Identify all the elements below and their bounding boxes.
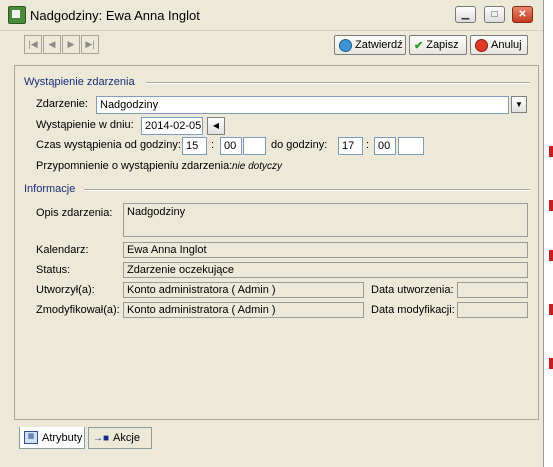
close-button[interactable]: ✕: [512, 6, 533, 23]
created-date-label: Data utworzenia:: [371, 284, 454, 296]
cancel-button[interactable]: Anuluj: [470, 35, 528, 55]
event-label: Zdarzenie:: [36, 98, 88, 110]
section-divider: [146, 82, 530, 84]
minimize-button[interactable]: ▁: [455, 6, 476, 23]
created-by-label: Utworzył(a):: [36, 284, 95, 296]
calendar-field: Ewa Anna Inglot: [123, 242, 528, 258]
minimize-icon: ▁: [461, 9, 470, 20]
tab-attributes[interactable]: ▦ Atrybuty: [19, 427, 85, 449]
previous-record-icon: ◀: [48, 39, 56, 49]
date-label: Wystąpienie w dniu:: [36, 119, 134, 131]
actions-icon: →■: [93, 432, 110, 444]
background-marker: [549, 358, 553, 369]
status-label: Status:: [36, 264, 71, 276]
section-heading-event: Wystąpienie zdarzenia: [24, 76, 135, 88]
confirm-button[interactable]: Zatwierdź: [334, 35, 406, 55]
date-picker-button[interactable]: ◀: [207, 117, 225, 135]
cancel-icon: [475, 38, 488, 52]
window-title: Nadgodziny: Ewa Anna Inglot: [30, 8, 200, 23]
first-record-button[interactable]: |◀: [24, 35, 42, 54]
tab-actions-label: Akcje: [113, 432, 140, 444]
first-record-icon: |◀: [28, 39, 38, 49]
close-icon: ✕: [518, 9, 527, 20]
next-record-icon: ▶: [67, 39, 75, 49]
created-by-field: Konto administratora ( Admin ): [123, 282, 364, 298]
description-field: Nadgodziny: [123, 203, 528, 237]
to-extra-field[interactable]: [398, 137, 424, 155]
from-extra-field[interactable]: [243, 137, 266, 155]
checkmark-icon: ✔: [414, 39, 424, 52]
confirm-icon: [339, 38, 352, 52]
from-minute-field[interactable]: 00: [220, 137, 242, 155]
app-icon: [8, 6, 26, 24]
section-divider: [84, 189, 530, 191]
time-colon: :: [211, 139, 215, 151]
time-label: Czas wystąpienia od godziny:: [36, 139, 181, 151]
background-marker: [549, 304, 553, 315]
background-strip: [544, 0, 553, 467]
date-field[interactable]: 2014-02-05: [141, 117, 203, 135]
maximize-icon: □: [491, 9, 498, 20]
previous-record-button[interactable]: ◀: [43, 35, 61, 54]
to-label: do godziny:: [271, 139, 328, 151]
section-heading-info: Informacje: [24, 183, 76, 195]
description-label: Opis zdarzenia:: [36, 207, 113, 219]
to-minute-field[interactable]: 00: [374, 137, 396, 155]
attributes-icon: ▦: [24, 431, 38, 444]
from-hour-field[interactable]: 15: [182, 137, 207, 155]
event-dropdown-button[interactable]: ▼: [511, 96, 527, 113]
status-field: Zdarzenie oczekujące: [123, 262, 528, 278]
last-record-icon: ▶|: [85, 39, 95, 49]
modified-by-label: Zmodyfikował(a):: [36, 304, 120, 316]
maximize-button[interactable]: □: [484, 6, 505, 23]
time-colon: :: [366, 139, 370, 151]
background-marker: [549, 200, 553, 211]
reminder-value: nie dotyczy: [232, 161, 283, 172]
tab-actions[interactable]: →■ Akcje: [88, 427, 152, 449]
modified-by-field: Konto administratora ( Admin ): [123, 302, 364, 318]
save-button[interactable]: ✔ Zapisz: [409, 35, 467, 55]
tab-attributes-label: Atrybuty: [42, 431, 83, 444]
chevron-down-icon: ▼: [515, 100, 523, 109]
next-record-button[interactable]: ▶: [62, 35, 80, 54]
reminder-label: Przypomnienie o wystąpieniu zdarzenia:: [36, 160, 233, 172]
cancel-label: Anuluj: [491, 39, 522, 51]
last-record-button[interactable]: ▶|: [81, 35, 99, 54]
created-date-field: [457, 282, 528, 298]
save-label: Zapisz: [426, 39, 459, 51]
event-select[interactable]: Nadgodziny: [96, 96, 509, 114]
calendar-arrow-icon: ◀: [212, 121, 220, 130]
modified-date-label: Data modyfikacji:: [371, 304, 455, 316]
to-hour-field[interactable]: 17: [338, 137, 363, 155]
modified-date-field: [457, 302, 528, 318]
background-marker: [549, 146, 553, 157]
confirm-label: Zatwierdź: [355, 39, 403, 51]
calendar-label: Kalendarz:: [36, 244, 89, 256]
background-marker: [549, 250, 553, 261]
